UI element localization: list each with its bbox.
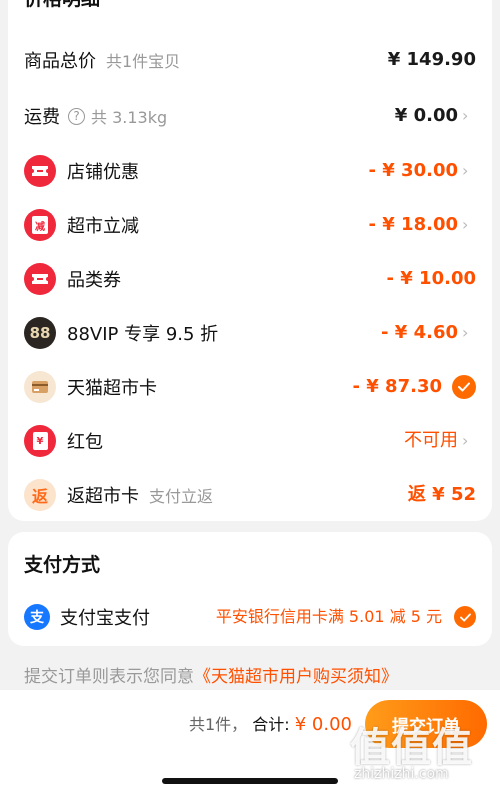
payment-title: 支付方式 [24,554,101,576]
vip-discount-row[interactable]: 88 88VIP 专享 9.5 折 - ¥ 4.60 › [8,313,492,353]
alipay-icon: 支 [24,604,50,630]
category-coupon-label: 品类券 [67,270,121,291]
bank-promo: 平安银行信用卡满 5.01 减 5 元 [215,607,442,626]
supermarket-reduction-label: 超市立减 [67,216,139,237]
red-packet-value: 不可用 [404,430,458,451]
goods-total-row: 商品总价 共1件宝贝 ¥ 149.90 [8,40,492,80]
category-coupon-row: 品类券 - ¥ 10.00 [8,259,492,299]
price-detail-title: 价格明细 [24,0,100,11]
red-packet-label: 红包 [67,432,103,453]
rebate-icon: 返 [24,479,56,511]
item-count: 共1件， [188,715,248,734]
supermarket-reduction-value: - ¥ 18.00 [368,214,458,235]
goods-total-label: 商品总价 [24,51,96,72]
terms-prefix: 提交订单则表示您同意 [24,667,194,687]
coupon-icon [24,263,56,295]
check-icon[interactable] [454,606,476,628]
shipping-row[interactable]: 运费 ? 共 3.13kg ¥ 0.00 › [8,96,492,136]
help-icon[interactable]: ? [68,107,85,125]
payment-method-row[interactable]: 支 支付宝支付 平安银行信用卡满 5.01 减 5 元 [8,597,492,637]
order-total: 共1件， 合计: ¥ 0.00 [189,710,352,740]
total-label: 合计: [252,715,290,734]
shipping-value: ¥ 0.00 [394,105,458,126]
watermark-logo: 值值值 [350,725,473,771]
chevron-right-icon: › [462,106,469,125]
chevron-right-icon: › [462,215,469,234]
tmall-card-value: - ¥ 87.30 [352,376,442,397]
home-indicator[interactable] [162,778,338,784]
shop-discount-row[interactable]: 店铺优惠 - ¥ 30.00 › [8,151,492,191]
shop-discount-value: - ¥ 30.00 [368,160,458,181]
total-amount: ¥ 0.00 [294,714,352,735]
red-packet-icon: ¥ [24,425,56,457]
terms-notice: 提交订单则表示您同意《天猫超市用户购买须知》 [24,662,398,687]
vip-88-icon: 88 [24,317,56,349]
payment-card: 支付方式 支 支付宝支付 平安银行信用卡满 5.01 减 5 元 [8,532,492,646]
supermarket-reduction-row[interactable]: 减 超市立减 - ¥ 18.00 › [8,205,492,245]
red-packet-row[interactable]: ¥ 红包 不可用 › [8,421,492,461]
price-detail-card: 价格明细 商品总价 共1件宝贝 ¥ 149.90 运费 ? 共 3.13kg ¥… [8,0,492,521]
coupon-icon [24,155,56,187]
shop-discount-label: 店铺优惠 [67,162,139,183]
watermark-url: zhizhizhi.com [354,766,449,782]
chevron-right-icon: › [462,161,469,180]
rebate-label: 返超市卡 [67,486,139,507]
shipping-weight: 共 3.13kg [91,108,168,127]
vip-discount-value: - ¥ 4.60 [381,322,458,343]
vip-discount-label: 88VIP 专享 9.5 折 [67,324,219,345]
rebate-sub: 支付立返 [149,487,214,506]
check-icon[interactable] [452,375,476,399]
chevron-right-icon: › [462,323,469,342]
tmall-card-row[interactable]: 天猫超市卡 - ¥ 87.30 [8,367,492,407]
goods-count: 共1件宝贝 [106,52,181,71]
chevron-right-icon: › [462,431,469,450]
payment-method-label: 支付宝支付 [60,608,150,629]
shipping-label: 运费 [24,107,60,128]
terms-link[interactable]: 《天猫超市用户购买须知》 [194,667,398,687]
card-icon [24,371,56,403]
category-coupon-value: - ¥ 10.00 [386,268,476,289]
goods-total-value: ¥ 149.90 [387,49,476,70]
rebate-row: 返 返超市卡 支付立返 返 ¥ 52 [8,475,492,515]
reduce-icon: 减 [24,209,56,241]
rebate-value: 返 ¥ 52 [407,484,476,505]
tmall-card-label: 天猫超市卡 [67,378,157,399]
